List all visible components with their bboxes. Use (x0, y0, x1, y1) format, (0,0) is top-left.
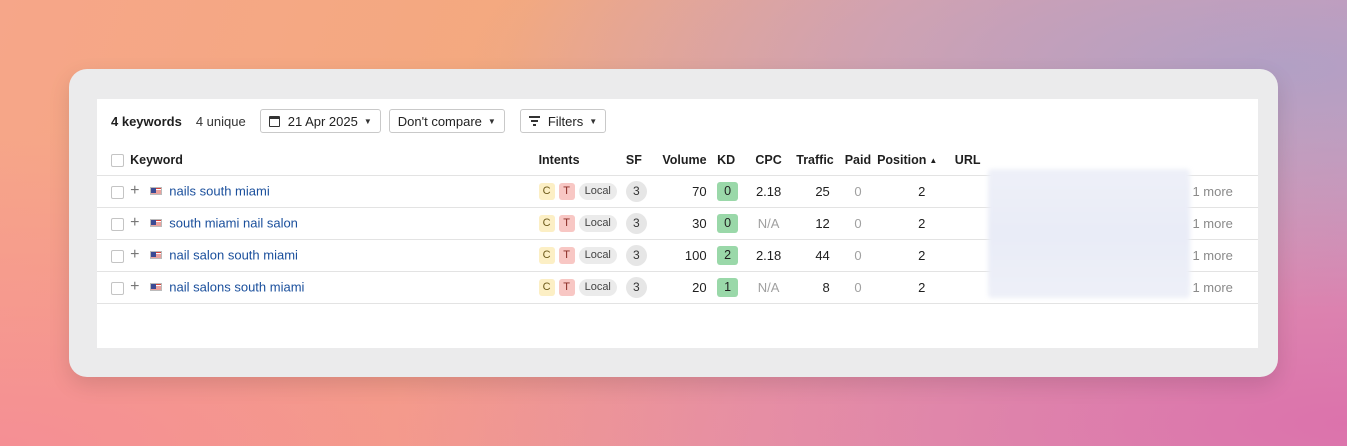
keyword-link[interactable]: south miami nail salon (169, 216, 298, 231)
plus-icon[interactable]: + (130, 246, 139, 263)
date-dropdown[interactable]: 21 Apr 2025 ▼ (259, 109, 381, 133)
col-paid[interactable]: Paid (838, 145, 878, 176)
col-kd[interactable]: KD (717, 145, 746, 176)
filters-dropdown[interactable]: Filters ▼ (519, 109, 607, 133)
traffic-value: 12 (791, 207, 839, 240)
filter-icon (528, 115, 540, 127)
plus-icon[interactable]: + (130, 182, 139, 199)
intent-transactional-badge: T (558, 215, 575, 232)
toolbar: 4 keywords 4 unique 21 Apr 2025 ▼ Don't … (111, 109, 607, 133)
volume-value: 20 (654, 271, 707, 304)
traffic-value: 44 (791, 239, 839, 272)
select-all-checkbox[interactable] (111, 153, 124, 167)
more-urls-link[interactable]: 1 more (1192, 207, 1258, 240)
row-checkbox[interactable] (111, 249, 124, 263)
col-intents[interactable]: Intents (538, 145, 626, 176)
keywords-panel: 4 keywords 4 unique 21 Apr 2025 ▼ Don't … (97, 99, 1258, 348)
keyword-link[interactable]: nail salon south miami (169, 248, 298, 263)
intent-local-badge: Local (578, 183, 617, 200)
position-value: 2 (877, 207, 938, 240)
col-cpc[interactable]: CPC (745, 145, 792, 176)
us-flag-icon (150, 187, 163, 195)
paid-value: 0 (838, 271, 878, 304)
chevron-down-icon: ▼ (487, 116, 496, 126)
intent-local-badge: Local (578, 215, 617, 232)
keyword-link[interactable]: nail salons south miami (169, 280, 304, 295)
col-position[interactable]: Position ▲ (877, 145, 938, 176)
cpc-value: N/A (745, 271, 792, 304)
cpc-value: N/A (745, 207, 792, 240)
more-urls-link[interactable]: 1 more (1192, 239, 1258, 272)
kd-badge: 1 (717, 277, 739, 297)
date-label: 21 Apr 2025 (287, 113, 358, 129)
sf-count[interactable]: 3 (625, 276, 647, 298)
keyword-count: 4 keywords (111, 113, 182, 129)
intent-local-badge: Local (578, 247, 617, 264)
volume-value: 70 (654, 175, 707, 208)
paid-value: 0 (838, 239, 878, 272)
paid-value: 0 (838, 175, 878, 208)
sf-count[interactable]: 3 (625, 180, 647, 202)
cpc-value: 2.18 (745, 175, 792, 208)
paid-value: 0 (838, 207, 878, 240)
sf-count[interactable]: 3 (625, 244, 647, 266)
row-checkbox[interactable] (111, 281, 124, 295)
report-card: 4 keywords 4 unique 21 Apr 2025 ▼ Don't … (69, 69, 1278, 377)
us-flag-icon (150, 251, 163, 259)
col-traffic[interactable]: Traffic (791, 145, 839, 176)
intent-commercial-badge: C (538, 183, 555, 200)
us-flag-icon (150, 283, 163, 291)
compare-label: Don't compare (397, 113, 482, 129)
chevron-down-icon: ▼ (589, 116, 598, 126)
col-keyword[interactable]: Keyword (130, 145, 539, 176)
traffic-value: 25 (791, 175, 839, 208)
kd-badge: 0 (717, 181, 739, 201)
col-volume[interactable]: Volume (654, 145, 707, 176)
keyword-link[interactable]: nails south miami (169, 184, 269, 199)
sf-count[interactable]: 3 (625, 212, 647, 234)
intent-commercial-badge: C (538, 279, 555, 296)
unique-count: 4 unique (195, 113, 246, 129)
kd-badge: 2 (717, 245, 739, 265)
traffic-value: 8 (791, 271, 839, 304)
intent-commercial-badge: C (538, 215, 555, 232)
col-position-label: Position (877, 152, 927, 167)
intent-transactional-badge: T (558, 183, 575, 200)
us-flag-icon (150, 219, 163, 227)
position-value: 2 (877, 239, 938, 272)
calendar-icon (268, 115, 280, 127)
volume-value: 100 (654, 239, 707, 272)
plus-icon[interactable]: + (130, 278, 139, 295)
intent-transactional-badge: T (558, 247, 575, 264)
kd-badge: 0 (717, 213, 739, 233)
row-checkbox[interactable] (111, 185, 124, 199)
compare-dropdown[interactable]: Don't compare ▼ (388, 109, 505, 133)
position-value: 2 (877, 271, 938, 304)
more-urls-link[interactable]: 1 more (1192, 271, 1258, 304)
filters-label: Filters (547, 113, 584, 129)
more-urls-link[interactable]: 1 more (1192, 175, 1258, 208)
url-redacted-area (988, 169, 1190, 298)
volume-value: 30 (654, 207, 707, 240)
plus-icon[interactable]: + (130, 214, 139, 231)
intent-commercial-badge: C (538, 247, 555, 264)
intent-transactional-badge: T (558, 279, 575, 296)
position-value: 2 (877, 175, 938, 208)
cpc-value: 2.18 (745, 239, 792, 272)
col-sf[interactable]: SF (625, 145, 655, 176)
intent-local-badge: Local (578, 279, 617, 296)
sort-up-icon: ▲ (929, 155, 938, 165)
chevron-down-icon: ▼ (363, 116, 372, 126)
row-checkbox[interactable] (111, 217, 124, 231)
